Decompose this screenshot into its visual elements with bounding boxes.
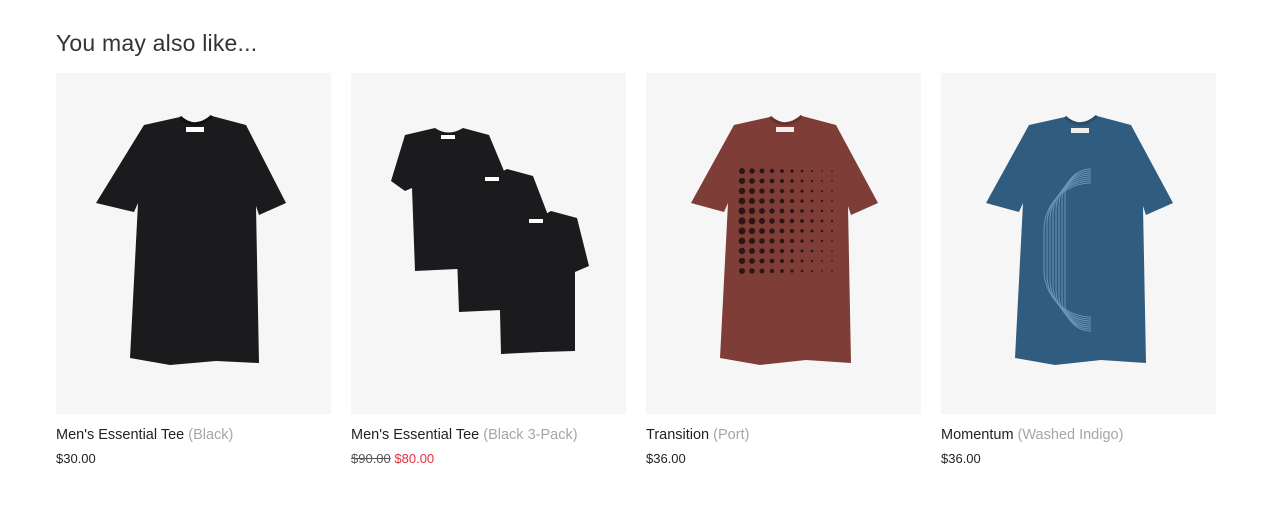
product-name[interactable]: Transition [646,427,709,443]
product-image[interactable] [351,73,626,414]
product-grid: Men's Essential Tee (Black) $30.00 Men's… [56,73,1216,466]
port-dot-graphic-tshirt-icon [691,114,878,365]
sale-price: $80.00 [394,451,435,466]
product-card[interactable]: Men's Essential Tee (Black 3-Pack) $90.0… [351,73,626,466]
indigo-arc-graphic-tshirt-icon [986,114,1173,365]
product-variant[interactable]: (Port) [713,427,749,443]
original-price: $90.00 [351,451,391,466]
product-variant[interactable]: (Black 3-Pack) [483,427,577,443]
black-tshirt-3-pack-icon [391,128,589,354]
product-image[interactable] [646,73,921,414]
product-price: $36.00 [941,451,981,466]
product-card[interactable]: Men's Essential Tee (Black) $30.00 [56,73,331,466]
product-price: $36.00 [646,451,686,466]
product-card[interactable]: Transition (Port) $36.00 [646,73,921,466]
product-card[interactable]: Momentum (Washed Indigo) $36.00 [941,73,1216,466]
product-name[interactable]: Men's Essential Tee [351,427,479,443]
product-price: $30.00 [56,451,96,466]
product-name[interactable]: Momentum [941,427,1014,443]
product-image[interactable] [941,73,1216,414]
product-variant[interactable]: (Washed Indigo) [1018,427,1124,443]
section-title: You may also like... [56,30,258,56]
black-tshirt-icon [96,114,286,365]
product-image[interactable] [56,73,331,414]
product-variant[interactable]: (Black) [188,427,233,443]
product-name[interactable]: Men's Essential Tee [56,427,184,443]
